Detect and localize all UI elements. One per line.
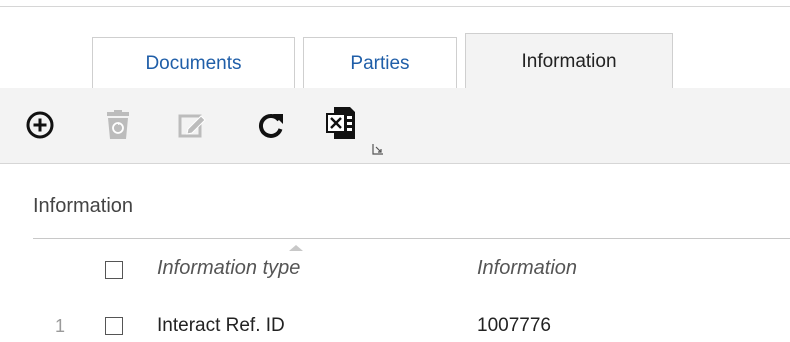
sort-ascending-icon: [289, 245, 303, 251]
cell-information: 1007776: [477, 315, 551, 336]
export-excel-button[interactable]: [324, 106, 358, 140]
tab-documents[interactable]: Documents: [92, 37, 295, 89]
row-checkbox[interactable]: [105, 317, 123, 335]
page: Documents Parties Information Informatio…: [0, 0, 790, 342]
add-button[interactable]: [23, 108, 57, 142]
top-divider: [0, 6, 790, 7]
recycle-bin-icon: [107, 110, 129, 139]
excel-export-icon: [326, 107, 355, 139]
tab-information[interactable]: Information: [465, 33, 673, 89]
delete-button[interactable]: [101, 108, 135, 142]
column-header-information[interactable]: Information: [477, 257, 577, 280]
row-number: 1: [55, 316, 66, 336]
toolbar: [0, 88, 790, 164]
section-title: Information: [33, 195, 134, 217]
refresh-button[interactable]: [254, 108, 288, 142]
edit-button[interactable]: [175, 108, 209, 142]
cell-information-type: Interact Ref. ID: [157, 315, 285, 336]
refresh-icon: [258, 114, 283, 138]
section-divider: [33, 238, 790, 239]
select-all-checkbox[interactable]: [105, 261, 123, 279]
tab-bar: Documents Parties Information: [92, 33, 673, 89]
add-circle-icon: [26, 111, 54, 139]
edit-icon: [178, 114, 206, 138]
column-header-information-type[interactable]: Information type: [157, 257, 300, 280]
tab-parties[interactable]: Parties: [303, 37, 457, 89]
expand-icon[interactable]: [372, 143, 384, 155]
